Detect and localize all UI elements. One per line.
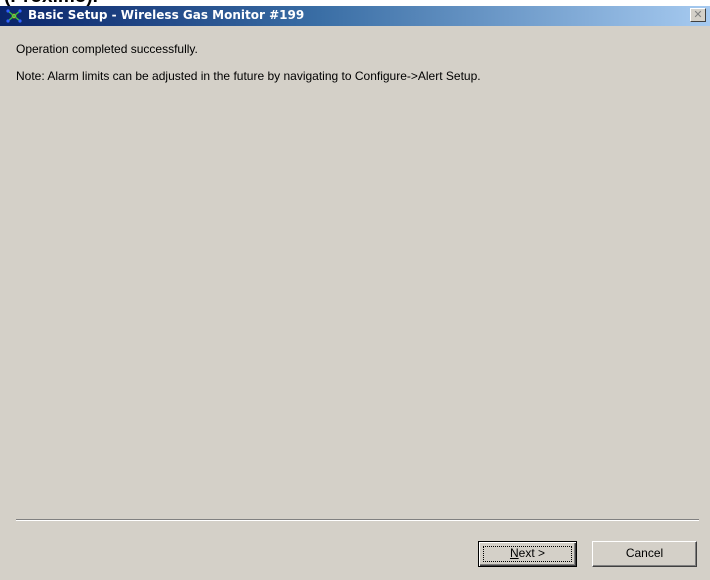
- window-title: Basic Setup - Wireless Gas Monitor #199: [28, 8, 305, 22]
- next-button-label: Next >: [509, 546, 546, 560]
- cancel-button[interactable]: Cancel: [592, 541, 697, 567]
- status-message: Operation completed successfully.: [16, 42, 198, 56]
- button-separator: [16, 519, 699, 521]
- close-icon: ✕: [693, 8, 703, 21]
- note-message: Note: Alarm limits can be adjusted in th…: [16, 69, 481, 83]
- dialog-window: [0, 6, 710, 580]
- close-button[interactable]: ✕: [690, 8, 706, 22]
- app-network-icon: [6, 9, 22, 23]
- next-button[interactable]: Next >: [478, 541, 577, 567]
- title-bar[interactable]: Basic Setup - Wireless Gas Monitor #199 …: [0, 6, 710, 26]
